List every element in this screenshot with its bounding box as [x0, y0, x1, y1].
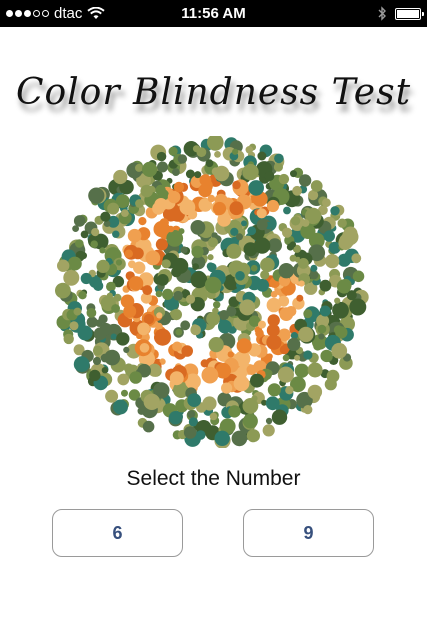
- prompt-text: Select the Number: [126, 467, 301, 490]
- app-title: Color Blindness Test: [15, 72, 412, 113]
- status-right: [378, 0, 424, 27]
- battery-icon: [395, 7, 424, 20]
- status-bar: dtac 11:56 AM: [0, 0, 427, 27]
- answer-button-6[interactable]: 6: [52, 509, 183, 557]
- ishihara-plate-icon: [55, 136, 369, 448]
- answer-button-9[interactable]: 9: [243, 509, 374, 557]
- status-time: 11:56 AM: [181, 5, 246, 22]
- bluetooth-icon: [378, 6, 386, 21]
